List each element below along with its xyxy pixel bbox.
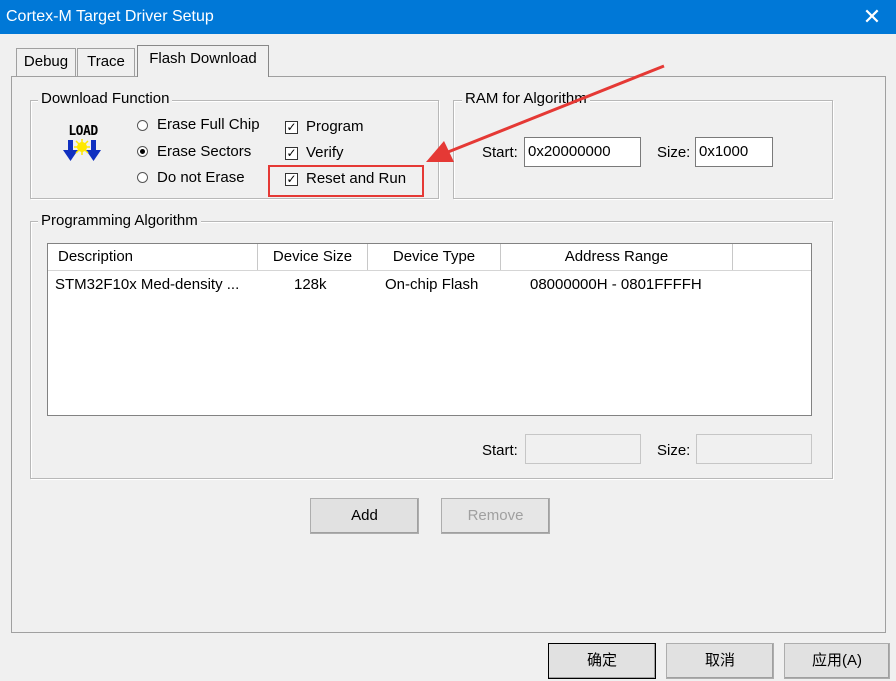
tab-label: Flash Download xyxy=(149,50,257,67)
tab-flash-download[interactable]: Flash Download xyxy=(137,45,269,77)
annotation-arrow xyxy=(426,64,665,162)
